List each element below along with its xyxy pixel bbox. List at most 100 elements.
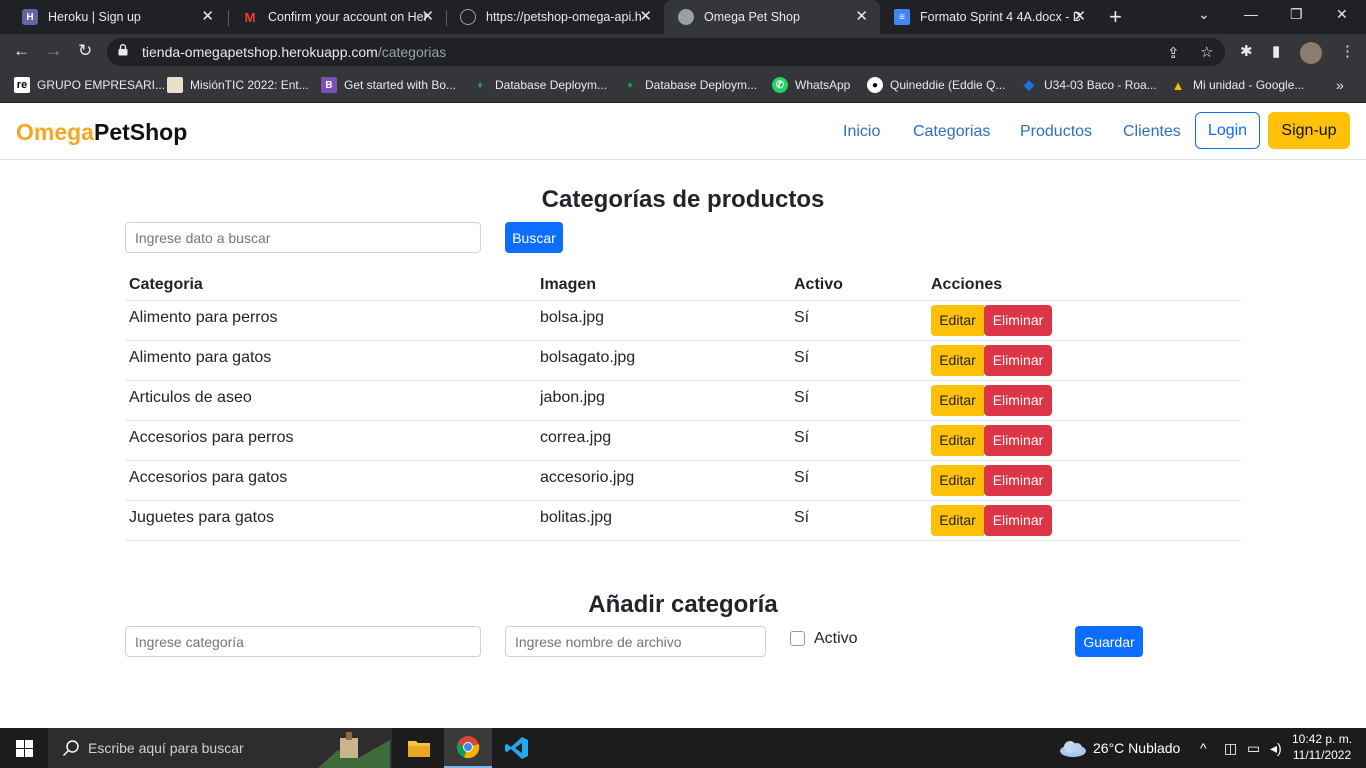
bookmark-star-icon[interactable]: ☆ [1200, 43, 1213, 61]
windows-taskbar: Escribe aquí para buscar 26°C Nublado ^ … [0, 728, 1366, 768]
window-close-icon[interactable]: ✕ [1336, 6, 1348, 23]
delete-button[interactable]: Eliminar [984, 464, 1052, 496]
cell-acciones: Editar Eliminar [927, 420, 1241, 461]
re-icon: re [14, 77, 30, 93]
taskbar-chrome[interactable] [444, 728, 492, 768]
table-row: Juguetes para gatos bolitas.jpg Sí Edita… [125, 500, 1241, 541]
forward-icon[interactable]: → [45, 41, 62, 61]
new-tab-icon[interactable]: + [1109, 4, 1122, 30]
category-input[interactable] [125, 626, 481, 657]
save-button[interactable]: Guardar [1075, 626, 1143, 657]
bookmark-item[interactable]: ◆ U34-03 Baco - Roa... [1021, 77, 1157, 93]
close-icon[interactable]: ✕ [201, 9, 214, 25]
clock-time: 10:42 p. m. [1292, 732, 1353, 746]
reload-icon[interactable]: ↻ [78, 41, 92, 61]
extensions-icon[interactable]: ✱ [1240, 42, 1253, 60]
column-header: Categoria [125, 270, 536, 301]
bookmark-item[interactable]: ✆ WhatsApp [772, 77, 850, 93]
edit-button[interactable]: Editar [931, 304, 984, 336]
taskbar-vscode[interactable] [493, 728, 541, 768]
share-icon[interactable]: ⇪ [1167, 44, 1180, 62]
chrome-icon [456, 736, 480, 759]
column-header: Acciones [927, 270, 1241, 301]
cell-acciones: Editar Eliminar [927, 460, 1241, 501]
nav-categorias[interactable]: Categorias [913, 123, 990, 141]
back-icon[interactable]: ← [13, 41, 30, 61]
cell-categoria: Accesorios para gatos [125, 460, 536, 501]
chevron-up-icon[interactable]: ^ [1200, 740, 1207, 756]
taskbar-file-explorer[interactable] [395, 728, 443, 768]
bookmark-label: Database Deploym... [495, 78, 608, 92]
bookmark-item[interactable]: ▲ Mi unidad - Google... [1170, 77, 1305, 93]
bookmark-item[interactable]: B Get started with Bo... [321, 77, 456, 93]
browser-tab-heroku[interactable]: H Heroku | Sign up ✕ [8, 0, 226, 34]
site-navbar: OmegaPetShop Inicio Categorias Productos… [0, 103, 1366, 160]
nav-productos[interactable]: Productos [1020, 123, 1092, 141]
close-icon[interactable]: ✕ [1073, 9, 1086, 25]
more-bookmarks-icon[interactable]: » [1336, 77, 1344, 93]
taskbar-search-box[interactable]: Escribe aquí para buscar [48, 728, 392, 768]
restore-icon[interactable]: ❐ [1290, 6, 1303, 23]
heroku-icon: H [22, 9, 38, 25]
browser-tab-omega-active[interactable]: Omega Pet Shop ✕ [664, 0, 880, 34]
browser-tab-docs[interactable]: ≡ Formato Sprint 4 4A.docx - D ✕ [880, 0, 1098, 34]
active-checkbox[interactable] [790, 631, 805, 646]
browser-tab-bar: H Heroku | Sign up ✕ M Confirm your acco… [0, 0, 1366, 34]
cell-categoria: Articulos de aseo [125, 380, 536, 421]
close-icon[interactable]: ✕ [639, 9, 652, 25]
system-clock[interactable]: 10:42 p. m. 11/11/2022 [1292, 731, 1352, 763]
volume-icon[interactable]: ◂) [1270, 740, 1282, 757]
bookmarks-bar: re GRUPO EMPRESARI... MisiónTIC 2022: En… [0, 70, 1366, 103]
login-button[interactable]: Login [1195, 112, 1260, 149]
network-icon[interactable]: ▭ [1247, 740, 1260, 757]
edit-button[interactable]: Editar [931, 384, 984, 416]
delete-button[interactable]: Eliminar [984, 504, 1052, 536]
search-input[interactable] [125, 222, 481, 253]
table-row: Articulos de aseo jabon.jpg Sí Editar Eli… [125, 380, 1241, 421]
meet-now-icon[interactable]: ◫ [1224, 740, 1237, 757]
github-icon: ● [867, 77, 883, 93]
tab-title: https://petshop-omega-api.h [486, 10, 642, 24]
edit-button[interactable]: Editar [931, 344, 984, 376]
nav-clientes[interactable]: Clientes [1123, 123, 1181, 141]
folder-icon [408, 741, 430, 757]
menu-dots-icon[interactable]: ⋮ [1340, 42, 1355, 60]
bookmark-item[interactable]: ● Quineddie (Eddie Q... [867, 77, 1005, 93]
weather-text[interactable]: 26°C Nublado [1093, 740, 1180, 756]
bookmark-item[interactable]: MisiónTIC 2022: Ent... [167, 77, 309, 93]
column-header: Imagen [536, 270, 790, 301]
minimize-icon[interactable]: — [1244, 6, 1258, 22]
vscode-icon [505, 737, 528, 759]
bookmark-item[interactable]: ♦ Database Deploym... [622, 77, 757, 93]
browser-tab-gmail[interactable]: M Confirm your account on Her ✕ [228, 0, 446, 34]
signup-button[interactable]: Sign-up [1268, 112, 1350, 149]
close-icon[interactable]: ✕ [421, 9, 434, 25]
filename-input[interactable] [505, 626, 766, 657]
globe-icon [678, 9, 694, 25]
delete-button[interactable]: Eliminar [984, 384, 1052, 416]
delete-button[interactable]: Eliminar [984, 344, 1052, 376]
edit-button[interactable]: Editar [931, 464, 984, 496]
windows-start-icon[interactable] [16, 740, 33, 757]
cell-acciones: Editar Eliminar [927, 380, 1241, 421]
address-bar[interactable]: tienda-omegapetshop.herokuapp.com/catego… [107, 38, 1225, 66]
edit-button[interactable]: Editar [931, 424, 984, 456]
tab-search-icon[interactable]: ⌄ [1198, 6, 1210, 23]
brand-part-petshop: PetShop [93, 119, 188, 145]
profile-avatar[interactable] [1300, 42, 1322, 64]
close-icon[interactable]: ✕ [855, 9, 868, 25]
side-panel-icon[interactable]: ▮ [1272, 42, 1280, 60]
delete-button[interactable]: Eliminar [984, 424, 1052, 456]
nav-inicio[interactable]: Inicio [843, 123, 880, 141]
cell-activo: Sí [790, 420, 927, 461]
bookmark-item[interactable]: re GRUPO EMPRESARI... [14, 77, 165, 93]
cell-activo: Sí [790, 460, 927, 501]
search-button[interactable]: Buscar [505, 222, 563, 253]
bookmark-item[interactable]: ♦ Database Deploym... [472, 77, 607, 93]
site-brand[interactable]: OmegaPetShop [16, 119, 187, 146]
delete-button[interactable]: Eliminar [984, 304, 1052, 336]
edit-button[interactable]: Editar [931, 504, 984, 536]
browser-tab-api[interactable]: https://petshop-omega-api.h ✕ [446, 0, 664, 34]
table-row: Alimento para perros bolsa.jpg Sí Editar… [125, 300, 1241, 341]
cell-acciones: Editar Eliminar [927, 340, 1241, 381]
